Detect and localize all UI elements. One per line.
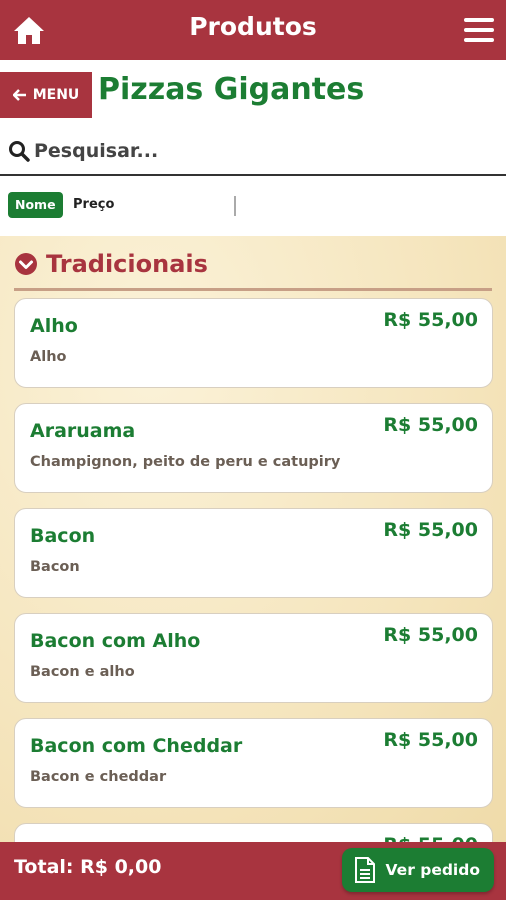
product-card[interactable]: Araruama R$ 55,00 Champignon, peito de p…	[14, 403, 493, 493]
product-list[interactable]: Tradicionais Alho R$ 55,00 Alho Araruama…	[0, 236, 506, 842]
sort-by-price-button[interactable]: Preço	[73, 197, 114, 212]
arrow-left-icon	[12, 89, 26, 101]
order-footer: Total: R$ 0,00 Ver pedido	[0, 842, 506, 900]
back-label: MENU	[32, 87, 80, 103]
category-header: MENU Pizzas Gigantes	[0, 60, 506, 126]
product-card[interactable]: R$ 55,00	[14, 823, 493, 842]
view-order-label: Ver pedido	[385, 861, 480, 879]
document-icon	[354, 857, 375, 883]
product-description: Champignon, peito de peru e catupiry	[30, 454, 341, 470]
product-description: Alho	[30, 349, 67, 365]
section-title: Tradicionais	[46, 250, 208, 278]
back-to-menu-button[interactable]: MENU	[0, 72, 92, 118]
search-icon	[9, 141, 30, 162]
product-name: Bacon com Cheddar	[30, 735, 243, 757]
product-price: R$ 55,00	[383, 729, 478, 751]
product-name: Alho	[30, 315, 78, 337]
product-description: Bacon e cheddar	[30, 769, 167, 785]
product-price: R$ 55,00	[383, 624, 478, 646]
hamburger-icon[interactable]	[464, 18, 494, 44]
product-price: R$ 55,00	[383, 414, 478, 436]
top-app-bar: Produtos	[0, 0, 506, 60]
order-total: Total: R$ 0,00	[14, 856, 162, 878]
search-input[interactable]	[34, 134, 494, 168]
product-price: R$ 55,00	[383, 309, 478, 331]
product-name: Bacon	[30, 525, 96, 547]
product-name: Bacon com Alho	[30, 630, 201, 652]
page-title: Produtos	[189, 12, 317, 41]
chevron-down-icon	[15, 253, 37, 275]
section-divider	[14, 288, 492, 291]
section-header[interactable]: Tradicionais	[14, 250, 208, 278]
product-price: R$ 55,00	[383, 519, 478, 541]
product-card[interactable]: Alho R$ 55,00 Alho	[14, 298, 493, 388]
product-card[interactable]: Bacon R$ 55,00 Bacon	[14, 508, 493, 598]
divider	[234, 196, 236, 216]
sort-options: Nome Preço	[0, 176, 506, 236]
product-name: Araruama	[30, 420, 136, 442]
category-title: Pizzas Gigantes	[98, 72, 365, 107]
product-card[interactable]: Bacon com Alho R$ 55,00 Bacon e alho	[14, 613, 493, 703]
product-description: Bacon	[30, 559, 80, 575]
search-bar	[0, 126, 506, 176]
product-price: R$ 55,00	[383, 834, 478, 842]
product-description: Bacon e alho	[30, 664, 135, 680]
view-order-button[interactable]: Ver pedido	[341, 848, 494, 892]
sort-by-name-button[interactable]: Nome	[8, 192, 63, 218]
product-card[interactable]: Bacon com Cheddar R$ 55,00 Bacon e chedd…	[14, 718, 493, 808]
